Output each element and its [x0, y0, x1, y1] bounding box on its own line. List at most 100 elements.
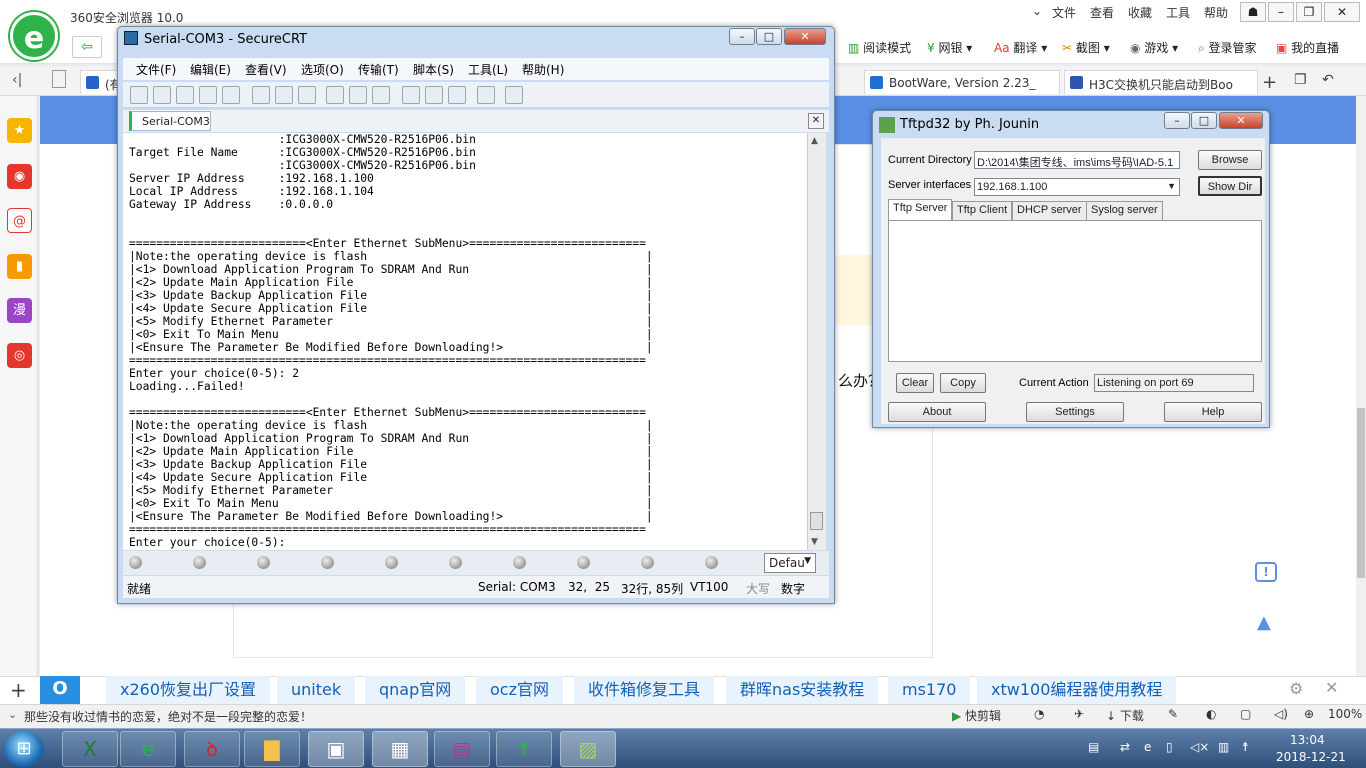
bookmark-item[interactable]: x260恢复出厂设置 — [106, 676, 271, 704]
button-bar-slot[interactable] — [257, 556, 270, 569]
bookmark-item[interactable]: xtw100编程器使用教程 — [977, 676, 1177, 704]
button-bar-slot[interactable] — [641, 556, 654, 569]
feedback-icon[interactable]: ! — [1255, 562, 1277, 582]
translate-button[interactable]: Aa 翻译 ▾ — [994, 39, 1047, 56]
tab-tftp-client[interactable]: Tftp Client — [952, 201, 1013, 220]
menu-file[interactable]: 文件 — [1052, 4, 1076, 21]
start-button[interactable]: ⊞ — [4, 731, 44, 767]
tftpd-task-icon[interactable]: ▨ — [560, 731, 616, 767]
connect-tab-icon[interactable] — [176, 86, 194, 104]
copy-button[interactable]: Copy — [940, 373, 986, 393]
volume-icon[interactable]: ◁) — [1274, 707, 1288, 721]
menu-view[interactable]: 查看 — [1090, 4, 1114, 21]
weibo-icon[interactable]: ◉ — [7, 164, 32, 189]
tray-phone-icon[interactable]: ▯ — [1166, 740, 1173, 754]
new-tab-icon[interactable]: + — [1262, 72, 1277, 93]
current-directory-field[interactable]: D:\2014\集团专线、ims\ims号码\IAD-5.1 — [974, 151, 1180, 169]
tab-1[interactable]: (有 — [80, 70, 120, 94]
terminal-scrollbar[interactable] — [807, 133, 826, 550]
page-scrollbar[interactable] — [1356, 96, 1366, 676]
browser-360-icon[interactable]: e — [120, 731, 176, 767]
keymap-icon[interactable] — [448, 86, 466, 104]
button-bar-slot[interactable] — [449, 556, 462, 569]
live-button[interactable]: ▣ 我的直播 — [1276, 39, 1339, 56]
bookmark-item[interactable]: 收件箱修复工具 — [574, 676, 715, 704]
file-explorer-icon[interactable]: ▇ — [244, 731, 300, 767]
bookmark-icon[interactable]: ▮ — [7, 254, 32, 279]
bookmark-item[interactable]: ocz官网 — [476, 676, 563, 704]
restore-tab-icon[interactable]: ❐ — [1294, 72, 1307, 88]
menu-favorites[interactable]: 收藏 — [1128, 4, 1152, 21]
menu-tools[interactable]: 工具(L) — [468, 61, 508, 78]
close-button[interactable]: ✕ — [784, 28, 826, 45]
help-button[interactable]: Help — [1164, 402, 1262, 422]
tray-network-icon[interactable]: ▥ — [1218, 740, 1229, 754]
button-bar-slot[interactable] — [577, 556, 590, 569]
securecrt-task-icon[interactable]: ▣ — [308, 731, 364, 767]
tab-bootware[interactable]: BootWare, Version 2.23_ — [864, 70, 1060, 94]
bookmark-item[interactable]: 群晖nas安装教程 — [726, 676, 879, 704]
connect-icon[interactable] — [130, 86, 148, 104]
download-button[interactable]: ↓ 下载 — [1106, 707, 1144, 724]
clock-time[interactable]: 13:04 — [1290, 733, 1325, 747]
favorites-star-icon[interactable]: ★ — [7, 118, 32, 143]
winrar-icon[interactable]: ▤ — [434, 731, 490, 767]
button-bar-slot[interactable] — [129, 556, 142, 569]
copy-icon[interactable] — [252, 86, 270, 104]
terminal-output[interactable]: :ICG3000X-CMW520-R2516P06.bin Target Fil… — [123, 133, 807, 550]
bank-button[interactable]: ¥ 网银 ▾ — [927, 39, 972, 56]
back-arrow-icon[interactable]: ⌄ — [1032, 4, 1042, 18]
session-options-icon[interactable] — [402, 86, 420, 104]
minimize-button[interactable]: – — [1164, 112, 1190, 129]
menu-file[interactable]: 文件(F) — [136, 61, 176, 78]
close-button[interactable]: ✕ — [1219, 112, 1263, 129]
button-bar-slot[interactable] — [705, 556, 718, 569]
button-bar-slot[interactable] — [513, 556, 526, 569]
menu-script[interactable]: 脚本(S) — [413, 61, 454, 78]
print-icon[interactable] — [372, 86, 390, 104]
help-icon[interactable] — [477, 86, 495, 104]
undo-icon[interactable]: ↶ — [1322, 72, 1334, 88]
manga-icon[interactable]: 漫 — [7, 298, 32, 323]
tray-keyboard-icon[interactable]: ▤ — [1088, 740, 1099, 754]
global-options-icon[interactable] — [425, 86, 443, 104]
network-task-icon[interactable]: ▦ — [372, 731, 428, 767]
close-tab-icon[interactable]: ✕ — [808, 113, 824, 129]
menu-tools[interactable]: 工具 — [1166, 4, 1190, 21]
login-manager-button[interactable]: ⌕ 登录管家 — [1198, 39, 1257, 56]
tray-runner-icon[interactable]: ☨ — [1242, 740, 1249, 754]
paste-icon[interactable] — [275, 86, 293, 104]
tray-mute-icon[interactable]: ◁× — [1190, 740, 1209, 754]
minimize-button[interactable]: – — [729, 28, 755, 45]
quick-connect-icon[interactable] — [153, 86, 171, 104]
button-bar-slot[interactable] — [385, 556, 398, 569]
bookmark-item[interactable]: ms170 — [888, 676, 971, 704]
reconnect-icon[interactable] — [199, 86, 217, 104]
terminal-scroll-thumb[interactable] — [810, 512, 823, 530]
tray-arrows-icon[interactable]: ⇄ — [1120, 740, 1130, 754]
pin-icon[interactable]: ✈ — [1074, 707, 1084, 721]
scroll-down-icon[interactable]: ▼ — [811, 537, 818, 547]
screenshot-button[interactable]: ✂ 截图 ▾ — [1062, 39, 1110, 56]
maximize-button[interactable]: □ — [1191, 112, 1217, 129]
sftp-icon[interactable] — [505, 86, 523, 104]
app-red-icon[interactable]: ꝺ — [184, 731, 240, 767]
about-button[interactable]: About — [888, 402, 986, 422]
scroll-up-icon[interactable]: ▲ — [811, 136, 818, 146]
settings-button[interactable]: Settings — [1026, 402, 1124, 422]
tab-syslog-server[interactable]: Syslog server — [1086, 201, 1163, 220]
clock-date[interactable]: 2018-12-21 — [1276, 750, 1346, 764]
server-interface-select[interactable]: 192.168.1.100 ▼ — [974, 178, 1180, 196]
zoom-level[interactable]: 100% — [1328, 707, 1362, 721]
add-bookmark-icon[interactable]: + — [10, 678, 27, 702]
menu-help[interactable]: 帮助 — [1204, 4, 1228, 21]
bookmark-item[interactable]: unitek — [277, 676, 356, 704]
print-setup-icon[interactable] — [326, 86, 344, 104]
menu-help[interactable]: 帮助(H) — [522, 61, 564, 78]
close-icon[interactable]: ✕ — [1325, 678, 1338, 697]
menu-options[interactable]: 选项(O) — [301, 61, 344, 78]
status-message[interactable]: 那些没有收过情书的恋爱，绝对不是一段完整的恋爱！ — [24, 708, 312, 725]
button-bar-select[interactable]: Defau ▼ — [764, 553, 816, 573]
gear-icon[interactable]: ⚙ — [1289, 679, 1303, 698]
bookmark-item[interactable]: qnap官网 — [365, 676, 466, 704]
